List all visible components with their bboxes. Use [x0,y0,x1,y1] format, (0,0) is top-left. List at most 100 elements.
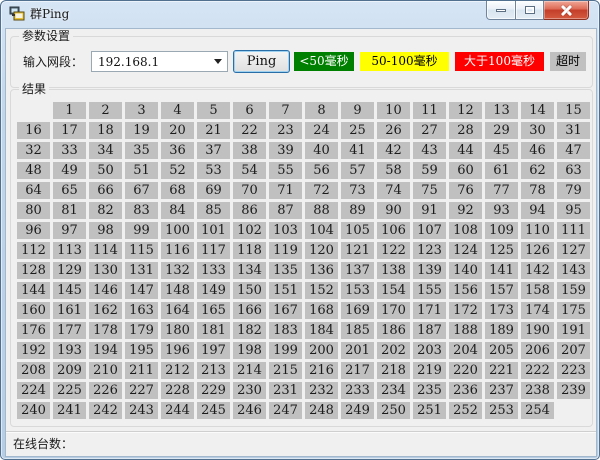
maximize-button[interactable] [516,1,544,20]
host-cell: 70 [233,182,266,199]
host-cell: 176 [17,322,50,339]
host-cell: 108 [449,222,482,239]
host-cell: 79 [557,182,590,199]
host-cell: 207 [557,342,590,359]
host-cell: 83 [125,202,158,219]
host-cell: 90 [377,202,410,219]
settings-groupbox: 参数设置 输入网段： 192.168.1 Ping <50毫秒50-100毫秒大… [10,36,593,88]
host-cell: 225 [53,382,86,399]
title-bar[interactable]: 群Ping [1,1,599,28]
host-cell: 182 [233,322,266,339]
host-cell: 208 [17,362,50,379]
host-cell: 47 [557,142,590,159]
host-cell: 86 [233,202,266,219]
host-cell: 24 [305,122,338,139]
host-cell: 78 [521,182,554,199]
host-cell: 2 [89,102,122,119]
minimize-button[interactable] [486,1,516,20]
host-cell: 228 [161,382,194,399]
host-cell: 15 [557,102,590,119]
network-segment-label: 输入网段： [23,52,83,72]
host-cell: 143 [557,262,590,279]
legend-badge: 大于100毫秒 [455,52,544,71]
results-group-label: 结果 [19,82,49,97]
host-cell: 213 [197,362,230,379]
host-cell: 187 [413,322,446,339]
host-cell: 31 [557,122,590,139]
host-cell: 61 [485,162,518,179]
host-cell: 12 [449,102,482,119]
host-cell: 133 [197,262,230,279]
host-cell: 174 [521,302,554,319]
chevron-down-icon[interactable] [209,52,227,71]
host-cell: 16 [17,122,50,139]
host-cell: 117 [197,242,230,259]
host-cell: 185 [341,322,374,339]
host-cell: 33 [53,142,86,159]
host-cell: 180 [161,322,194,339]
legend: <50毫秒50-100毫秒大于100毫秒超时 [294,52,586,71]
host-cell: 162 [89,302,122,319]
host-cell: 159 [557,282,590,299]
host-cell: 199 [269,342,302,359]
host-cell: 67 [125,182,158,199]
host-cell: 104 [305,222,338,239]
host-cell: 23 [269,122,302,139]
close-button[interactable] [544,1,589,20]
host-cell: 73 [341,182,374,199]
host-cell: 109 [485,222,518,239]
host-cell: 134 [233,262,266,279]
ping-button[interactable]: Ping [233,50,290,73]
host-cell: 121 [341,242,374,259]
host-cell: 178 [89,322,122,339]
host-cell: 220 [449,362,482,379]
host-cell: 13 [485,102,518,119]
host-cell: 81 [53,202,86,219]
host-cell: 122 [377,242,410,259]
host-cell: 9 [341,102,374,119]
host-cell: 238 [521,382,554,399]
host-cell: 97 [53,222,86,239]
host-cell: 119 [269,242,302,259]
host-cell: 243 [125,402,158,419]
host-cell: 146 [89,282,122,299]
host-cell: 191 [557,322,590,339]
host-cell: 53 [197,162,230,179]
network-segment-combobox[interactable]: 192.168.1 [91,51,228,72]
host-cell: 149 [197,282,230,299]
status-bar: 在线台数： [6,431,596,456]
host-cell: 64 [17,182,50,199]
minimize-icon [496,9,506,12]
host-cell: 116 [161,242,194,259]
host-cell: 40 [305,142,338,159]
host-cell: 60 [449,162,482,179]
host-cell: 125 [485,242,518,259]
host-cell: 148 [161,282,194,299]
host-cell: 84 [161,202,194,219]
host-cell: 102 [233,222,266,239]
host-cell: 30 [521,122,554,139]
host-cell: 172 [449,302,482,319]
host-cell: 204 [449,342,482,359]
host-cell: 128 [17,262,50,279]
host-cell: 142 [521,262,554,279]
host-cell: 57 [341,162,374,179]
host-cell: 46 [521,142,554,159]
host-cell: 211 [125,362,158,379]
host-cell: 141 [485,262,518,279]
host-cell: 139 [413,262,446,279]
host-cell: 126 [521,242,554,259]
host-cell: 99 [125,222,158,239]
host-cell: 140 [449,262,482,279]
settings-group-label: 参数设置 [19,29,73,44]
host-cell: 219 [413,362,446,379]
host-cell: 48 [17,162,50,179]
host-cell: 167 [269,302,302,319]
host-cell: 68 [161,182,194,199]
host-cell: 175 [557,302,590,319]
host-cell: 173 [485,302,518,319]
host-cell: 124 [449,242,482,259]
host-cell: 88 [305,202,338,219]
result-grid: 1234567891011121314151617181920212223242… [17,102,590,419]
host-cell: 37 [197,142,230,159]
